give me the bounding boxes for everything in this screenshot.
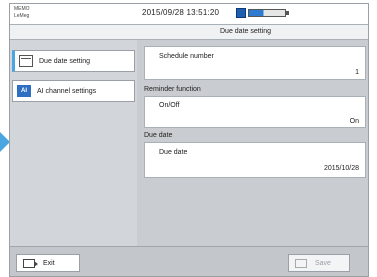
exit-button[interactable]: Exit [16, 254, 80, 272]
exit-button-label: Exit [43, 259, 55, 267]
nav-item-label: AI channel settings [37, 87, 97, 95]
save-button-label: Save [315, 259, 331, 267]
model-sublabel: LeMeg [14, 13, 30, 19]
calendar-icon [19, 55, 33, 67]
due-date-section-header: Due date [144, 132, 173, 139]
title-bar: Due date setting [10, 25, 368, 40]
clock-readout: 2015/09/28 13:51:20 [142, 8, 220, 17]
reminder-onoff-label: On/Off [159, 102, 180, 109]
power-indicator-icon [236, 8, 246, 18]
nav-item-ai-channel-settings[interactable]: AI AI channel settings [12, 80, 135, 102]
status-bar: MEMO LeMeg 2015/09/28 13:51:20 [10, 4, 368, 25]
save-button[interactable]: Save [288, 254, 350, 272]
battery-tip [286, 11, 289, 15]
app-window: MEMO LeMeg 2015/09/28 13:51:20 Due date … [9, 3, 369, 277]
schedule-number-value: 1 [355, 69, 359, 76]
exit-icon [23, 258, 38, 268]
schedule-number-field[interactable]: Schedule number 1 [144, 46, 366, 80]
model-label: MEMO [14, 6, 30, 12]
page-title: Due date setting [220, 28, 271, 35]
reminder-onoff-field[interactable]: On/Off On [144, 96, 366, 128]
battery-level-bar [248, 9, 286, 17]
due-date-label: Due date [159, 149, 188, 156]
reminder-section-header: Reminder function [144, 86, 201, 93]
save-icon [295, 258, 307, 268]
reminder-onoff-value: On [349, 118, 359, 125]
due-date-value: 2015/10/28 [323, 165, 359, 172]
schedule-number-label: Schedule number [159, 53, 214, 60]
battery-status-icon [236, 7, 294, 19]
settings-content: Schedule number 1 Reminder function On/O… [144, 40, 368, 246]
due-date-field[interactable]: Due date 2015/10/28 [144, 142, 366, 178]
nav-item-label: Due date setting [39, 57, 90, 65]
ai-icon: AI [17, 85, 31, 97]
nav-item-due-date-setting[interactable]: Due date setting [12, 50, 135, 72]
settings-nav: Due date setting AI AI channel settings [10, 40, 137, 246]
bottom-toolbar: Exit Save [10, 246, 368, 276]
